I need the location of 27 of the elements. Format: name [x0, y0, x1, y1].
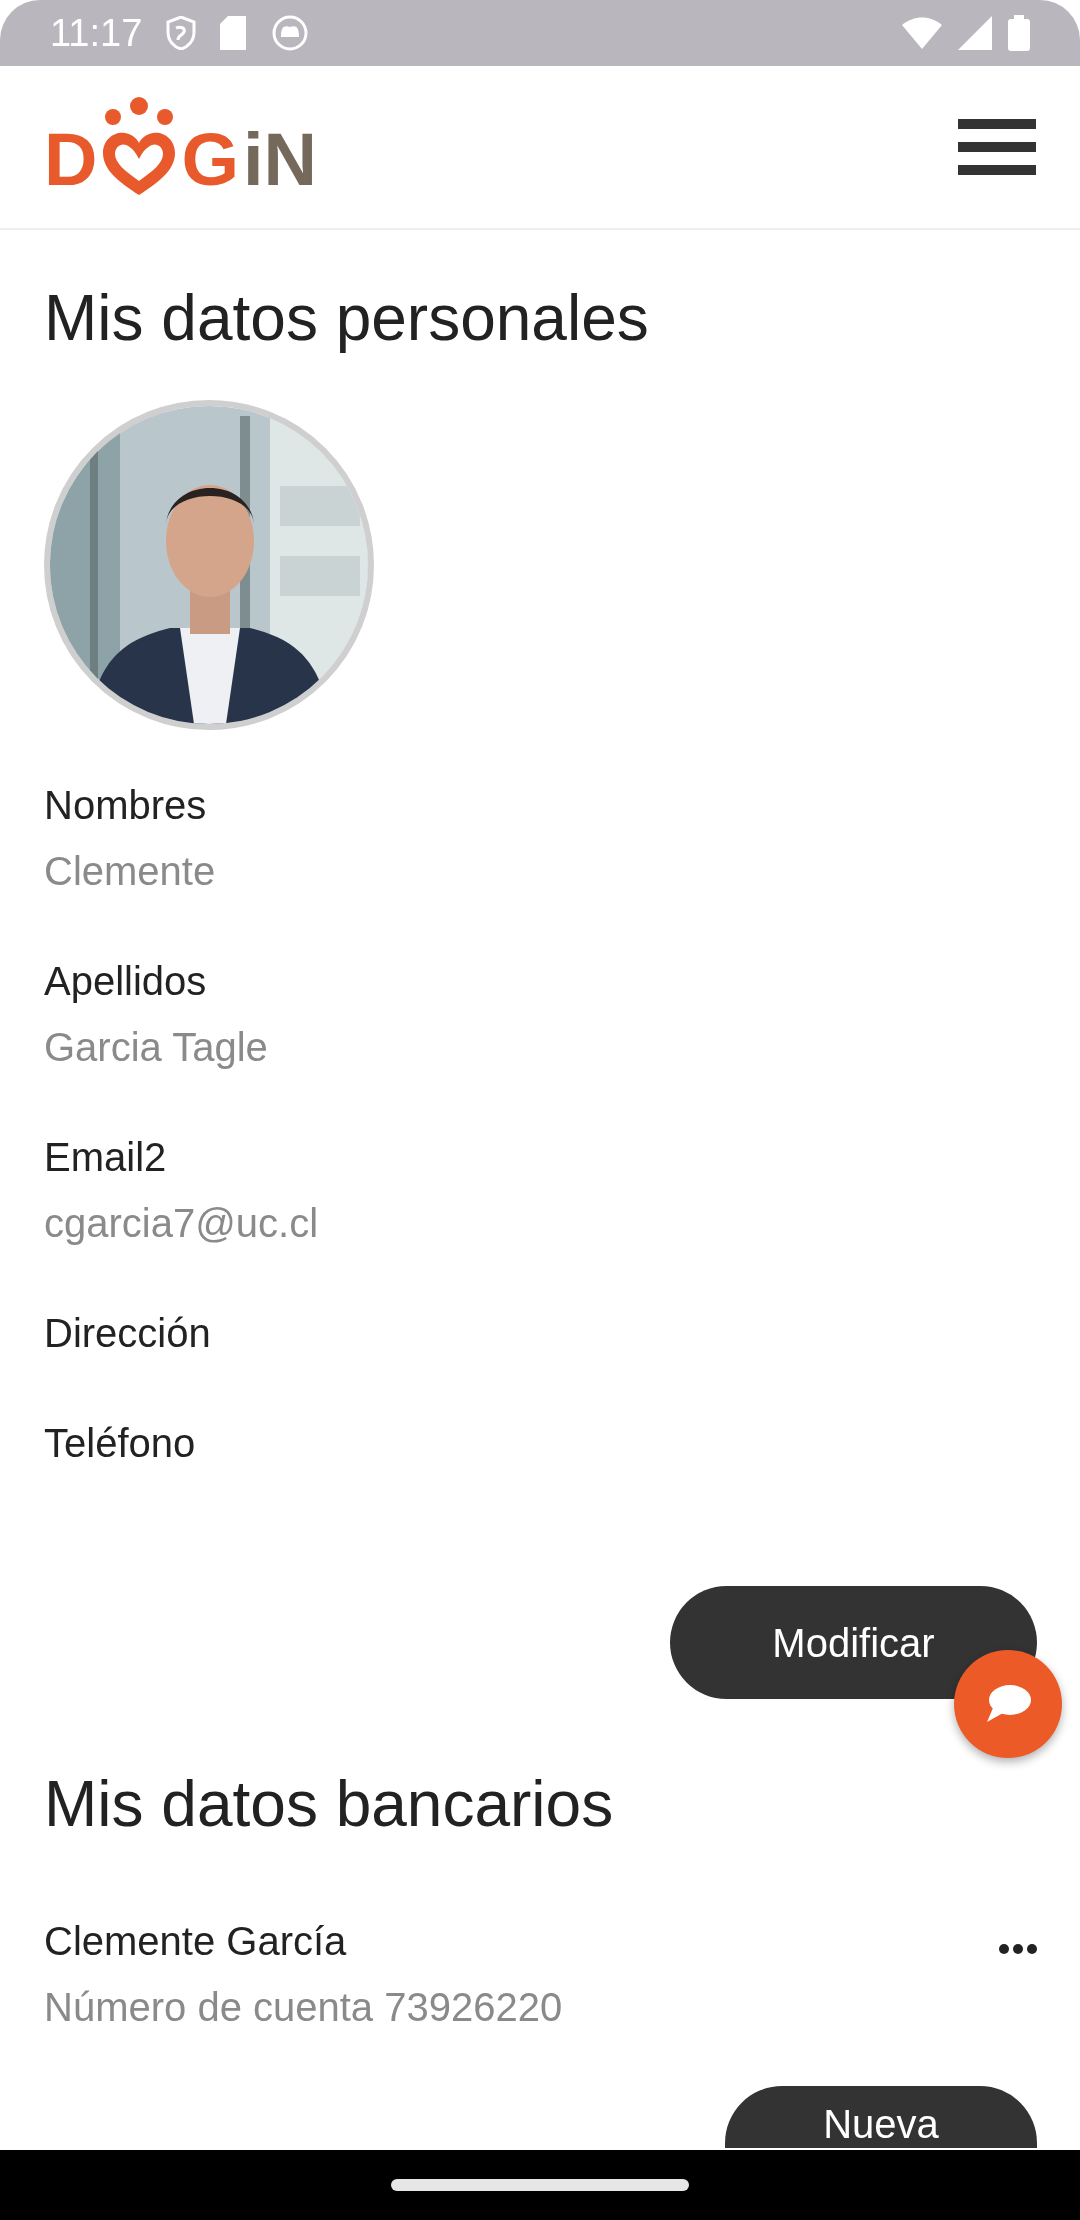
field-value: cgarcia7@uc.cl [44, 1200, 320, 1247]
section-title: Mis datos bancarios [44, 1767, 615, 1842]
field-label: Teléfono [44, 1420, 197, 1467]
field-label: Dirección [44, 1310, 212, 1357]
menu-icon[interactable] [958, 119, 1036, 175]
field-label: Email2 [44, 1134, 168, 1181]
battery-icon [1008, 15, 1030, 51]
chat-button[interactable] [954, 1650, 1062, 1758]
account-number: Número de cuenta 73926220 [44, 1984, 563, 2031]
wifi-icon [902, 17, 942, 49]
more-icon[interactable] [999, 1943, 1037, 1954]
status-time: 11:17 [50, 10, 143, 56]
section-title: Mis datos personales [44, 281, 650, 356]
field-value: Clemente [44, 848, 217, 895]
chat-bubble-icon [985, 1684, 1031, 1724]
logo-letter[interactable]: iN [243, 123, 317, 197]
modify-button[interactable]: Modificar [670, 1586, 1037, 1699]
field-label: Apellidos [44, 958, 208, 1005]
new-button[interactable]: Nueva [725, 2086, 1037, 2148]
signal-icon [958, 16, 992, 50]
shield-icon [166, 16, 197, 50]
logo-letter[interactable]: D [44, 123, 98, 197]
sd-card-icon [220, 16, 249, 50]
logo-letter[interactable]: G [181, 123, 239, 197]
field-label: Nombres [44, 782, 208, 829]
account-name: Clemente García [44, 1918, 348, 1965]
field-value: Garcia Tagle [44, 1024, 269, 1071]
